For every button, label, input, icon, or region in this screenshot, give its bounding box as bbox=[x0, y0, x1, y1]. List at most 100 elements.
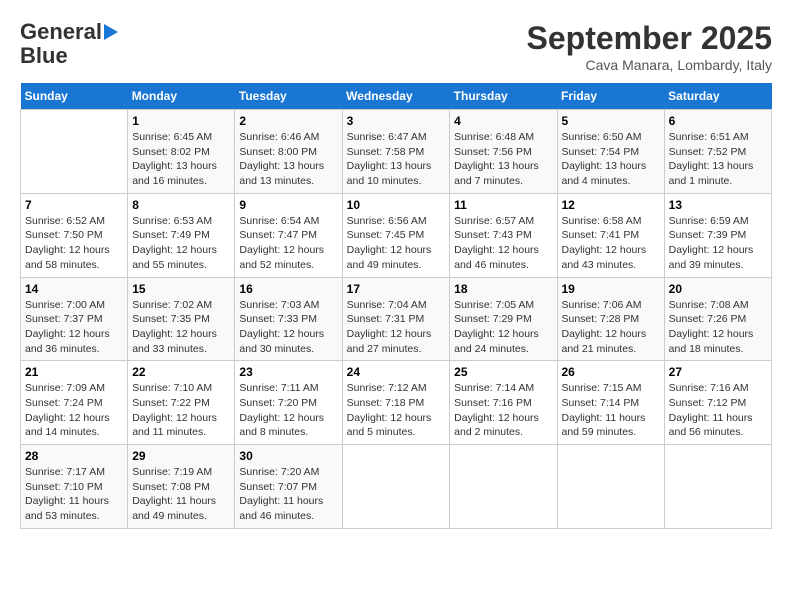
calendar-cell: 2 Sunrise: 6:46 AM Sunset: 8:00 PM Daylig… bbox=[235, 110, 342, 194]
day-number: 1 bbox=[132, 114, 230, 128]
day-info: Sunrise: 7:00 AM Sunset: 7:37 PM Dayligh… bbox=[25, 298, 123, 357]
day-number: 3 bbox=[347, 114, 446, 128]
logo-text-general: General bbox=[20, 20, 102, 44]
day-info: Sunrise: 7:11 AM Sunset: 7:20 PM Dayligh… bbox=[239, 381, 337, 440]
day-info: Sunrise: 6:46 AM Sunset: 8:00 PM Dayligh… bbox=[239, 130, 337, 189]
day-number: 29 bbox=[132, 449, 230, 463]
calendar-cell: 23Sunrise: 7:11 AM Sunset: 7:20 PM Dayli… bbox=[235, 361, 342, 445]
day-info: Sunrise: 7:04 AM Sunset: 7:31 PM Dayligh… bbox=[347, 298, 446, 357]
calendar-cell: 13 Sunrise: 6:59 AM Sunset: 7:39 PM Dayli… bbox=[664, 193, 771, 277]
day-info: Sunrise: 7:08 AM Sunset: 7:26 PM Dayligh… bbox=[669, 298, 767, 357]
calendar-header: SundayMondayTuesdayWednesdayThursdayFrid… bbox=[21, 83, 772, 110]
day-number: 24 bbox=[347, 365, 446, 379]
calendar-cell: 21Sunrise: 7:09 AM Sunset: 7:24 PM Dayli… bbox=[21, 361, 128, 445]
day-info: Sunrise: 7:05 AM Sunset: 7:29 PM Dayligh… bbox=[454, 298, 552, 357]
page-header: General Blue September 2025 Cava Manara,… bbox=[20, 20, 772, 73]
day-number: 21 bbox=[25, 365, 123, 379]
day-number: 22 bbox=[132, 365, 230, 379]
day-number: 2 bbox=[239, 114, 337, 128]
calendar-title-area: September 2025 Cava Manara, Lombardy, It… bbox=[527, 20, 772, 73]
day-info: Sunrise: 7:12 AM Sunset: 7:18 PM Dayligh… bbox=[347, 381, 446, 440]
day-of-week-header: Thursday bbox=[450, 83, 557, 110]
day-info: Sunrise: 6:48 AM Sunset: 7:56 PM Dayligh… bbox=[454, 130, 552, 189]
day-info: Sunrise: 6:45 AM Sunset: 8:02 PM Dayligh… bbox=[132, 130, 230, 189]
day-of-week-header: Wednesday bbox=[342, 83, 450, 110]
logo-text-blue: Blue bbox=[20, 44, 68, 68]
calendar-cell bbox=[450, 445, 557, 529]
calendar-cell: 24 Sunrise: 7:12 AM Sunset: 7:18 PM Dayli… bbox=[342, 361, 450, 445]
day-number: 18 bbox=[454, 282, 552, 296]
calendar-cell: 17 Sunrise: 7:04 AM Sunset: 7:31 PM Dayli… bbox=[342, 277, 450, 361]
day-info: Sunrise: 6:53 AM Sunset: 7:49 PM Dayligh… bbox=[132, 214, 230, 273]
calendar-cell: 12 Sunrise: 6:58 AM Sunset: 7:41 PM Dayli… bbox=[557, 193, 664, 277]
day-of-week-header: Tuesday bbox=[235, 83, 342, 110]
calendar-week-row: 21Sunrise: 7:09 AM Sunset: 7:24 PM Dayli… bbox=[21, 361, 772, 445]
day-number: 8 bbox=[132, 198, 230, 212]
calendar-cell: 6Sunrise: 6:51 AM Sunset: 7:52 PM Daylig… bbox=[664, 110, 771, 194]
day-number: 12 bbox=[562, 198, 660, 212]
calendar-cell: 1 Sunrise: 6:45 AM Sunset: 8:02 PM Daylig… bbox=[128, 110, 235, 194]
day-info: Sunrise: 6:50 AM Sunset: 7:54 PM Dayligh… bbox=[562, 130, 660, 189]
calendar-cell: 28Sunrise: 7:17 AM Sunset: 7:10 PM Dayli… bbox=[21, 445, 128, 529]
day-number: 19 bbox=[562, 282, 660, 296]
calendar-cell bbox=[664, 445, 771, 529]
calendar-cell: 27 Sunrise: 7:16 AM Sunset: 7:12 PM Dayli… bbox=[664, 361, 771, 445]
day-number: 16 bbox=[239, 282, 337, 296]
calendar-cell: 5 Sunrise: 6:50 AM Sunset: 7:54 PM Daylig… bbox=[557, 110, 664, 194]
day-number: 25 bbox=[454, 365, 552, 379]
days-of-week-row: SundayMondayTuesdayWednesdayThursdayFrid… bbox=[21, 83, 772, 110]
day-info: Sunrise: 7:06 AM Sunset: 7:28 PM Dayligh… bbox=[562, 298, 660, 357]
calendar-cell: 30 Sunrise: 7:20 AM Sunset: 7:07 PM Dayli… bbox=[235, 445, 342, 529]
day-number: 4 bbox=[454, 114, 552, 128]
day-info: Sunrise: 6:47 AM Sunset: 7:58 PM Dayligh… bbox=[347, 130, 446, 189]
calendar-cell: 8 Sunrise: 6:53 AM Sunset: 7:49 PM Daylig… bbox=[128, 193, 235, 277]
calendar-cell: 29 Sunrise: 7:19 AM Sunset: 7:08 PM Dayli… bbox=[128, 445, 235, 529]
calendar-cell: 20Sunrise: 7:08 AM Sunset: 7:26 PM Dayli… bbox=[664, 277, 771, 361]
day-number: 30 bbox=[239, 449, 337, 463]
logo-arrow-icon bbox=[104, 24, 118, 40]
day-number: 15 bbox=[132, 282, 230, 296]
day-info: Sunrise: 7:02 AM Sunset: 7:35 PM Dayligh… bbox=[132, 298, 230, 357]
calendar-cell: 14Sunrise: 7:00 AM Sunset: 7:37 PM Dayli… bbox=[21, 277, 128, 361]
day-info: Sunrise: 7:10 AM Sunset: 7:22 PM Dayligh… bbox=[132, 381, 230, 440]
day-info: Sunrise: 6:56 AM Sunset: 7:45 PM Dayligh… bbox=[347, 214, 446, 273]
calendar-cell bbox=[21, 110, 128, 194]
day-info: Sunrise: 7:15 AM Sunset: 7:14 PM Dayligh… bbox=[562, 381, 660, 440]
calendar-cell: 9Sunrise: 6:54 AM Sunset: 7:47 PM Daylig… bbox=[235, 193, 342, 277]
day-info: Sunrise: 7:17 AM Sunset: 7:10 PM Dayligh… bbox=[25, 465, 123, 524]
day-info: Sunrise: 6:58 AM Sunset: 7:41 PM Dayligh… bbox=[562, 214, 660, 273]
calendar-cell: 18 Sunrise: 7:05 AM Sunset: 7:29 PM Dayli… bbox=[450, 277, 557, 361]
calendar-month-year: September 2025 bbox=[527, 20, 772, 57]
day-number: 11 bbox=[454, 198, 552, 212]
calendar-week-row: 14Sunrise: 7:00 AM Sunset: 7:37 PM Dayli… bbox=[21, 277, 772, 361]
day-info: Sunrise: 6:59 AM Sunset: 7:39 PM Dayligh… bbox=[669, 214, 767, 273]
calendar-cell bbox=[557, 445, 664, 529]
calendar-body: 1 Sunrise: 6:45 AM Sunset: 8:02 PM Daylig… bbox=[21, 110, 772, 529]
day-info: Sunrise: 7:03 AM Sunset: 7:33 PM Dayligh… bbox=[239, 298, 337, 357]
day-number: 17 bbox=[347, 282, 446, 296]
day-number: 6 bbox=[669, 114, 767, 128]
logo: General Blue bbox=[20, 20, 118, 68]
day-of-week-header: Saturday bbox=[664, 83, 771, 110]
calendar-cell: 22 Sunrise: 7:10 AM Sunset: 7:22 PM Dayli… bbox=[128, 361, 235, 445]
day-number: 13 bbox=[669, 198, 767, 212]
day-number: 9 bbox=[239, 198, 337, 212]
calendar-location: Cava Manara, Lombardy, Italy bbox=[527, 57, 772, 73]
day-of-week-header: Sunday bbox=[21, 83, 128, 110]
day-number: 5 bbox=[562, 114, 660, 128]
calendar-cell: 10Sunrise: 6:56 AM Sunset: 7:45 PM Dayli… bbox=[342, 193, 450, 277]
calendar-cell: 7Sunrise: 6:52 AM Sunset: 7:50 PM Daylig… bbox=[21, 193, 128, 277]
day-info: Sunrise: 7:16 AM Sunset: 7:12 PM Dayligh… bbox=[669, 381, 767, 440]
calendar-cell: 15 Sunrise: 7:02 AM Sunset: 7:35 PM Dayli… bbox=[128, 277, 235, 361]
calendar-table: SundayMondayTuesdayWednesdayThursdayFrid… bbox=[20, 83, 772, 529]
calendar-cell: 16 Sunrise: 7:03 AM Sunset: 7:33 PM Dayli… bbox=[235, 277, 342, 361]
day-of-week-header: Friday bbox=[557, 83, 664, 110]
calendar-cell bbox=[342, 445, 450, 529]
calendar-cell: 3 Sunrise: 6:47 AM Sunset: 7:58 PM Daylig… bbox=[342, 110, 450, 194]
day-number: 26 bbox=[562, 365, 660, 379]
calendar-week-row: 1 Sunrise: 6:45 AM Sunset: 8:02 PM Daylig… bbox=[21, 110, 772, 194]
day-info: Sunrise: 7:20 AM Sunset: 7:07 PM Dayligh… bbox=[239, 465, 337, 524]
day-number: 27 bbox=[669, 365, 767, 379]
day-info: Sunrise: 7:19 AM Sunset: 7:08 PM Dayligh… bbox=[132, 465, 230, 524]
calendar-cell: 4 Sunrise: 6:48 AM Sunset: 7:56 PM Daylig… bbox=[450, 110, 557, 194]
